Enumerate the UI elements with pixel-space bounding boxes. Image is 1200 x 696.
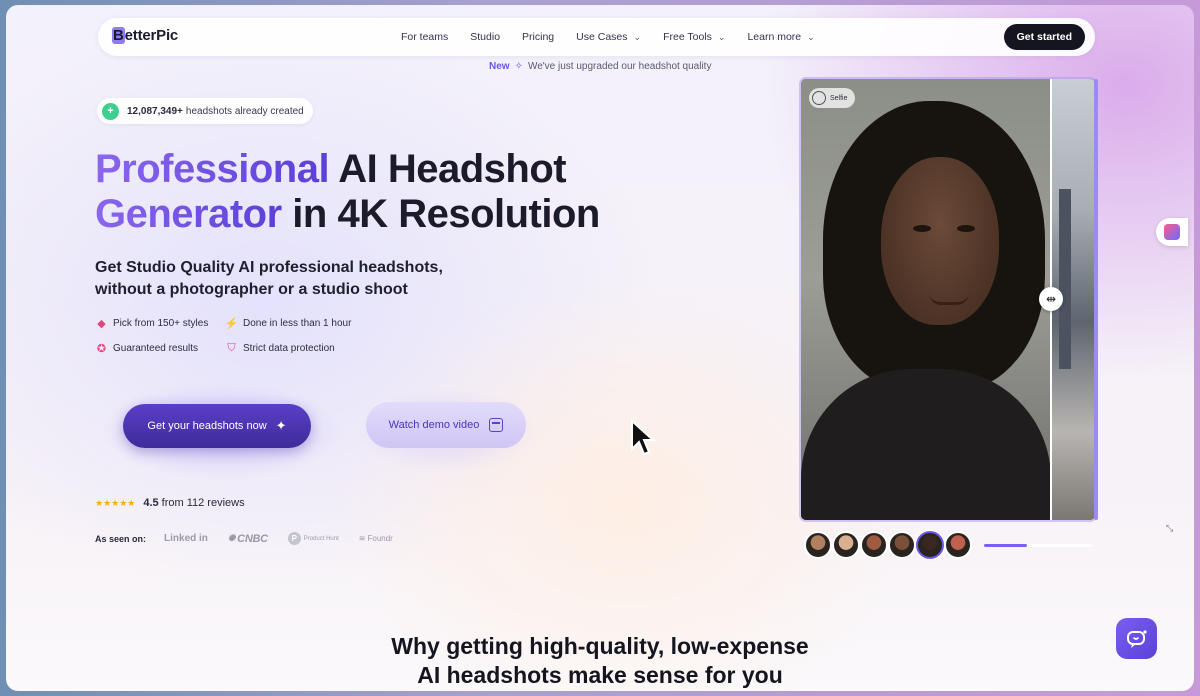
hero-subheading: Get Studio Quality AI professional heads… [95, 259, 443, 298]
feature-guarantee: ✪ Guaranteed results [96, 343, 199, 355]
slider-progress-fill [984, 544, 1028, 547]
nav-pricing[interactable]: Pricing [522, 31, 554, 43]
chevron-down-icon: ⌄ [633, 31, 642, 42]
watch-demo-button[interactable]: Watch demo video [366, 402, 526, 448]
reviews-summary[interactable]: ★★★★★ 4.5 from 112 reviews [95, 497, 245, 509]
lightning-icon: ⚡ [224, 318, 239, 330]
feature-styles: ◆ Pick from 150+ styles [95, 317, 225, 330]
portrait-smile [929, 293, 969, 305]
palette-icon: ◆ [97, 318, 106, 330]
person-icon [812, 91, 826, 105]
thumbnail-active[interactable] [916, 531, 944, 559]
cnbc-logo: ✺ CNBC [227, 532, 268, 545]
logo[interactable]: BetterPic [112, 27, 178, 44]
announcement-banner[interactable]: New ✧ We've just upgraded our headshot q… [489, 61, 711, 72]
as-seen-on: As seen on: Linked in ✺ CNBC P Product Hun… [95, 532, 413, 545]
feature-speed: ⚡ Done in less than 1 hour [224, 318, 352, 330]
before-after-photo[interactable]: ⇹ Selfie [801, 79, 1095, 520]
photo-border-accent [1094, 79, 1098, 520]
rating-stars-icon: ★★★★★ [95, 497, 136, 508]
chevron-down-icon: ⌄ [717, 31, 726, 42]
foundr-icon: ≋ [358, 534, 366, 543]
drag-handle-icon[interactable]: ⇹ [1039, 287, 1063, 311]
new-badge: New [489, 61, 510, 72]
thumbnail[interactable] [804, 531, 832, 559]
get-headshots-button[interactable]: Get your headshots now ✦ [123, 404, 311, 448]
rating-score: 4.5 [143, 497, 159, 509]
nav-for-teams[interactable]: For teams [401, 31, 448, 43]
shield-icon: ⛉ [227, 342, 236, 354]
nav-learn-more[interactable]: Learn more ⌄ [747, 31, 814, 43]
headshot-thumbnails [804, 531, 972, 559]
linkedin-logo: Linked in [164, 533, 208, 544]
plus-icon: + [102, 102, 119, 120]
product-hunt-logo: P Product Hunt [287, 532, 339, 545]
slider-progress [984, 544, 1092, 547]
chevron-down-icon: ⌄ [807, 31, 815, 42]
sparkle-icon: ✧ [514, 61, 523, 72]
portrait-eye [913, 225, 931, 232]
feature-list: ◆ Pick from 150+ styles ⚡ Done in less tha… [95, 317, 415, 355]
headshot-counter: + 12,087,349+ headshots already created [97, 98, 313, 124]
thumbnail[interactable] [888, 531, 916, 559]
review-count: from 112 reviews [161, 497, 245, 509]
selfie-tag: Selfie [809, 88, 855, 108]
nav-studio[interactable]: Studio [470, 31, 500, 43]
mouse-cursor-icon [631, 419, 656, 456]
thumbnail[interactable] [860, 531, 888, 559]
feature-privacy: ⛉ Strict data protection [225, 342, 385, 355]
thumbnail[interactable] [832, 531, 860, 559]
expand-icon: ⤡ [1166, 523, 1174, 533]
peacock-icon: ✺ [227, 533, 236, 543]
chat-icon [1126, 629, 1147, 648]
section-heading: Why getting high-quality, low-expense AI… [391, 633, 809, 688]
logo-text: etterPic [124, 27, 179, 44]
top-nav: BetterPic For teams Studio Pricing Use C… [98, 18, 1095, 56]
calendar-icon [489, 418, 504, 432]
nav-free-tools[interactable]: Free Tools ⌄ [663, 31, 725, 43]
browser-extension-tab[interactable] [1156, 218, 1188, 246]
get-started-button[interactable]: Get started [1003, 24, 1085, 50]
sparkle-icon: ✦ [275, 418, 287, 433]
counter-number: 12,087,349+ [127, 105, 183, 117]
nav-links: For teams Studio Pricing Use Cases ⌄ Free… [401, 18, 837, 56]
extension-icon [1164, 224, 1180, 240]
counter-text: headshots already created [185, 105, 304, 117]
hero-headline: Professional AI Headshot Generator in 4K… [95, 147, 600, 236]
award-icon: ✪ [96, 343, 107, 355]
as-seen-on-label: As seen on: [95, 533, 147, 544]
announcement-text: We've just upgraded our headshot quality [527, 61, 712, 72]
portrait-eye [957, 225, 975, 232]
foundr-logo: ≋ Foundr [358, 534, 393, 543]
page-frame: BetterPic For teams Studio Pricing Use C… [6, 5, 1194, 691]
chat-button[interactable] [1116, 618, 1157, 659]
thumbnail[interactable] [944, 531, 972, 559]
nav-use-cases[interactable]: Use Cases ⌄ [576, 31, 641, 43]
